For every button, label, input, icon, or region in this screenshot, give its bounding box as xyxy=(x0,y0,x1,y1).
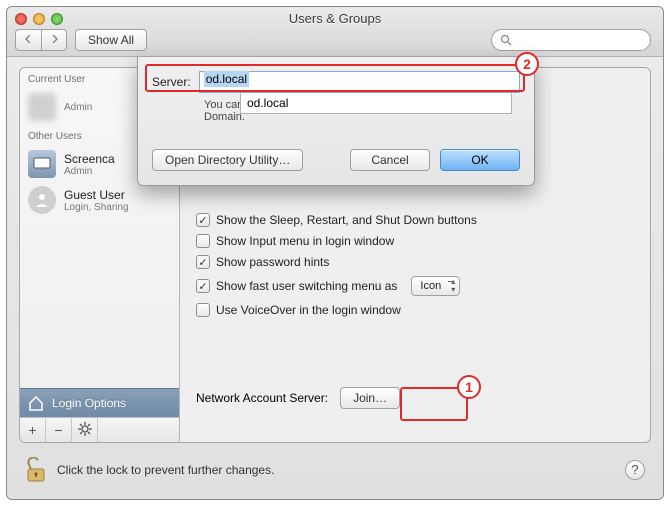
home-icon xyxy=(28,395,44,411)
nas-label: Network Account Server: xyxy=(196,391,328,405)
login-options-label: Login Options xyxy=(52,396,126,410)
lock-text: Click the lock to prevent further change… xyxy=(57,463,274,477)
help-button[interactable]: ? xyxy=(625,460,645,480)
user-name: Guest User xyxy=(64,188,129,202)
server-label: Server: xyxy=(152,75,191,89)
close-icon[interactable] xyxy=(15,13,27,25)
avatar xyxy=(28,93,56,121)
option-row: Use VoiceOver in the login window xyxy=(196,303,636,317)
option-label: Show password hints xyxy=(216,255,329,269)
login-options-button[interactable]: Login Options xyxy=(20,388,179,417)
ok-button[interactable]: OK xyxy=(440,149,520,171)
unlocked-lock-icon[interactable] xyxy=(25,457,47,483)
user-role: Admin xyxy=(64,102,92,113)
avatar xyxy=(28,150,56,178)
window: Users & Groups Show All Current User xyxy=(6,6,664,500)
checkbox[interactable] xyxy=(196,303,210,317)
other-user-row[interactable]: Guest User Login, Sharing xyxy=(20,182,179,218)
updown-icon: ▴▾ xyxy=(451,278,455,294)
add-user-button[interactable]: + xyxy=(20,418,46,442)
search-icon xyxy=(500,34,512,46)
action-menu-button[interactable] xyxy=(72,418,98,442)
gear-icon xyxy=(78,422,92,436)
option-label: Show Input menu in login window xyxy=(216,234,394,248)
nav-back-button[interactable] xyxy=(15,29,41,51)
cancel-button[interactable]: Cancel xyxy=(350,149,430,171)
network-account-row: Network Account Server: Join… xyxy=(196,387,636,409)
nav-forward-button[interactable] xyxy=(41,29,67,51)
option-label: Show fast user switching menu as xyxy=(216,279,397,293)
checkbox[interactable] xyxy=(196,234,210,248)
autocomplete-item[interactable]: od.local xyxy=(247,96,288,110)
server-sheet: Server: od.local You can e Domain. od.lo… xyxy=(137,57,535,186)
search-field[interactable] xyxy=(491,29,651,51)
option-label: Use VoiceOver in the login window xyxy=(216,303,401,317)
open-directory-utility-button[interactable]: Open Directory Utility… xyxy=(152,149,303,171)
option-row: Show Input menu in login window xyxy=(196,234,636,248)
avatar xyxy=(28,186,56,214)
remove-user-button[interactable]: − xyxy=(46,418,72,442)
annotation-callout-2: 2 xyxy=(515,52,539,76)
server-input-value: od.local xyxy=(204,71,249,87)
display-icon xyxy=(33,157,51,171)
window-controls xyxy=(15,13,63,25)
checkbox[interactable]: ✓ xyxy=(196,279,210,293)
fast-switch-select[interactable]: Icon ▴▾ xyxy=(411,276,460,296)
annotation-callout-1: 1 xyxy=(457,375,481,399)
user-role: Login, Sharing xyxy=(64,202,129,213)
zoom-icon[interactable] xyxy=(51,13,63,25)
show-all-button[interactable]: Show All xyxy=(75,29,147,51)
person-icon xyxy=(33,191,51,209)
autocomplete-dropdown[interactable]: od.local xyxy=(240,93,512,114)
window-title: Users & Groups xyxy=(7,7,663,26)
search-input[interactable] xyxy=(518,34,642,46)
user-role: Admin xyxy=(64,166,115,177)
option-label: Show the Sleep, Restart, and Shut Down b… xyxy=(216,213,477,227)
select-value: Icon xyxy=(420,280,441,292)
server-input[interactable]: od.local xyxy=(199,71,520,93)
user-name: Screenca xyxy=(64,152,115,166)
toolbar: Show All xyxy=(15,29,147,51)
join-button[interactable]: Join… xyxy=(340,387,400,409)
option-row: ✓ Show fast user switching menu as Icon … xyxy=(196,276,636,296)
minimize-icon[interactable] xyxy=(33,13,45,25)
chevron-right-icon xyxy=(50,35,58,43)
nav-segment xyxy=(15,29,67,51)
titlebar: Users & Groups Show All xyxy=(7,7,663,57)
chevron-left-icon xyxy=(25,35,33,43)
sidebar-actions: + − xyxy=(20,417,179,442)
lock-bar: Click the lock to prevent further change… xyxy=(25,457,645,483)
option-row: ✓ Show the Sleep, Restart, and Shut Down… xyxy=(196,213,636,227)
checkbox[interactable]: ✓ xyxy=(196,255,210,269)
option-row: ✓ Show password hints xyxy=(196,255,636,269)
checkbox[interactable]: ✓ xyxy=(196,213,210,227)
